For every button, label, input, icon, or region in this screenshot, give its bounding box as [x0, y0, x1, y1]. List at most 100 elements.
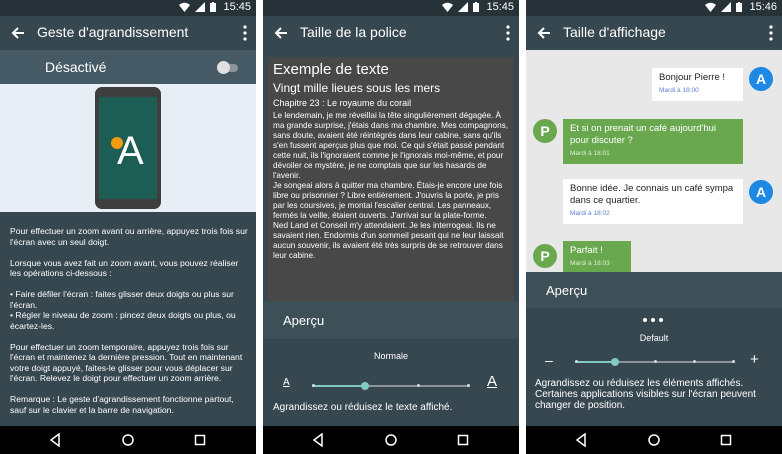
slider-tick	[467, 384, 470, 387]
illustration: A	[0, 84, 256, 212]
font-size-level: Normale	[373, 351, 408, 361]
back-arrow-icon[interactable]	[272, 24, 290, 42]
clock: 15:46	[749, 1, 777, 13]
status-bar: 15:45	[0, 0, 256, 16]
phone-font-size: 15:45 Taille de la police Exemple de tex…	[263, 0, 519, 454]
message-time: Mardi à 18:01	[570, 150, 610, 157]
more-options-icon[interactable]	[242, 25, 248, 41]
avatar: A	[749, 180, 773, 204]
nav-home-icon[interactable]	[121, 433, 135, 447]
battery-icon	[473, 2, 479, 12]
battery-icon	[210, 2, 216, 12]
display-size-hint: Agrandissez ou réduisez les éléments aff…	[535, 378, 756, 411]
magnification-toggle-row[interactable]: Désactivé	[0, 50, 256, 84]
toggle-thumb[interactable]	[217, 61, 230, 74]
phone-display-size: 15:46 Taille d'affichage Bonjour Pierre …	[526, 0, 782, 454]
wifi-icon	[179, 2, 190, 12]
tablet-illustration: A	[95, 87, 161, 209]
chat-bubble: Et si on prenait un café aujourd'hui pou…	[563, 119, 743, 164]
message-text: Bonjour Pierre !	[659, 72, 726, 83]
page-title: Geste d'agrandissement	[37, 24, 189, 40]
sample-heading: Exemple de texte	[273, 61, 389, 78]
message-time: Mardi à 18:03	[570, 260, 610, 267]
font-sample-preview: Exemple de texte Vingt mille lieues sous…	[268, 57, 514, 301]
wifi-icon	[705, 2, 716, 12]
more-options-icon[interactable]	[505, 25, 511, 41]
nav-home-icon[interactable]	[384, 433, 398, 447]
message-text: Bonne idée. Je connais un café sympa dan…	[570, 183, 734, 206]
slider-tick	[732, 360, 735, 363]
navigation-bar	[263, 426, 519, 454]
message-time: Mardi à 18:02	[570, 210, 610, 217]
small-font-icon[interactable]: A	[283, 377, 290, 388]
chat-bubble: Bonne idée. Je connais un café sympa dan…	[563, 179, 743, 224]
nav-back-icon[interactable]	[311, 433, 325, 447]
more-options-icon[interactable]	[768, 25, 774, 41]
font-size-slider[interactable]	[312, 382, 470, 390]
toggle-label: Désactivé	[45, 59, 107, 75]
battery-icon	[736, 2, 742, 12]
paragraph: Pour effectuer un zoom avant ou arrière,…	[10, 226, 248, 247]
page-title: Taille de la police	[300, 24, 407, 40]
avatar: A	[749, 67, 773, 91]
nav-back-icon[interactable]	[574, 433, 588, 447]
status-bar: 15:45	[263, 0, 519, 16]
increase-size-button[interactable]: +	[750, 351, 759, 368]
slider-tick	[693, 360, 696, 363]
slider-tick	[654, 360, 657, 363]
navigation-bar	[526, 426, 782, 454]
message-text: Et si on prenait un café aujourd'hui pou…	[570, 123, 716, 146]
paragraph: • Faire défiler l'écran : faites glisser…	[10, 289, 236, 331]
paragraph: Pour effectuer un zoom temporaire, appuy…	[10, 341, 243, 384]
slider-tick	[312, 384, 315, 387]
sample-subtitle: Vingt mille lieues sous les mers	[273, 81, 441, 95]
app-bar: Taille d'affichage	[526, 16, 782, 50]
avatar: P	[533, 244, 557, 268]
preview-label: Aperçu	[283, 313, 325, 328]
slider-thumb[interactable]	[611, 358, 619, 366]
wifi-icon	[442, 2, 453, 12]
navigation-bar	[0, 426, 256, 454]
font-size-hint: Agrandissez ou réduisez le texte affiché…	[273, 402, 453, 413]
chat-bubble: Parfait ! Mardi à 18:03	[563, 241, 631, 274]
signal-icon	[195, 2, 205, 12]
nav-recents-icon[interactable]	[193, 433, 207, 447]
page-title: Taille d'affichage	[563, 24, 666, 40]
back-arrow-icon[interactable]	[535, 24, 553, 42]
decrease-size-button[interactable]: –	[545, 352, 553, 368]
chat-bubble: Bonjour Pierre ! Mardi à 18:00	[652, 68, 743, 101]
preview-header: Aperçu	[263, 301, 519, 339]
app-bar: Taille de la police	[263, 16, 519, 50]
nav-recents-icon[interactable]	[719, 433, 733, 447]
paragraph: Lorsque vous avez fait un zoom avant, vo…	[10, 257, 239, 279]
large-font-icon[interactable]: A	[487, 373, 497, 390]
status-bar: 15:46	[526, 0, 782, 16]
page-dots-icon	[643, 318, 663, 322]
clock: 15:45	[223, 1, 251, 13]
preview-label: Aperçu	[546, 283, 588, 298]
slider-tick	[417, 384, 420, 387]
message-time: Mardi à 18:00	[659, 87, 699, 94]
back-arrow-icon[interactable]	[9, 24, 27, 42]
description-text: Pour effectuer un zoom avant ou arrière,…	[10, 226, 250, 426]
signal-icon	[721, 2, 731, 12]
signal-icon	[458, 2, 468, 12]
sample-body: Le lendemain, je me réveillai la tête si…	[273, 111, 509, 260]
illustration-letter: A	[117, 129, 144, 173]
app-bar: Geste d'agrandissement	[0, 16, 256, 50]
paragraph: Remarque : Le geste d'agrandissement fon…	[10, 394, 234, 415]
nav-recents-icon[interactable]	[456, 433, 470, 447]
font-size-controls: Normale A A Agrandissez ou réduisez le t…	[263, 339, 519, 426]
display-size-slider[interactable]	[575, 358, 735, 366]
phone-magnification: 15:45 Geste d'agrandissement Désactivé A…	[0, 0, 256, 454]
nav-home-icon[interactable]	[647, 433, 661, 447]
clock: 15:45	[486, 1, 514, 13]
display-size-controls: Default – + Agrandissez ou réduisez les …	[526, 308, 782, 426]
slider-tick	[575, 360, 578, 363]
message-text: Parfait !	[570, 245, 603, 256]
display-size-level: Default	[639, 333, 669, 343]
sample-chapter: Chapitre 23 : Le royaume du corail	[273, 98, 412, 108]
nav-back-icon[interactable]	[48, 433, 62, 447]
slider-thumb[interactable]	[361, 382, 369, 390]
chat-preview: Bonjour Pierre ! Mardi à 18:00 A P Et si…	[526, 50, 782, 274]
